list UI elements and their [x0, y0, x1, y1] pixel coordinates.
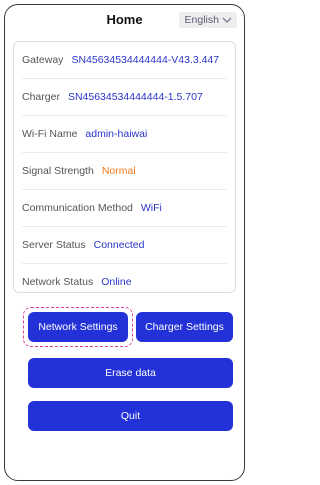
server-value: Connected [93, 239, 145, 251]
wifi-label: Wi-Fi Name [22, 128, 78, 140]
gateway-value: SN45634534444444-V43.3.447 [71, 54, 220, 66]
communication-row: Communication Method WiFi [22, 190, 227, 227]
status-card: Gateway SN45634534444444-V43.3.447 Charg… [13, 41, 236, 293]
charger-row: Charger SN45634534444444-1.5.707 [22, 79, 227, 116]
phone-frame: Home English Gateway SN45634534444444-V4… [4, 4, 245, 481]
wifi-row: Wi-Fi Name admin-haiwai [22, 116, 227, 153]
quit-button[interactable]: Quit [28, 401, 233, 431]
erase-data-button[interactable]: Erase data [28, 358, 233, 388]
network-label: Network Status [22, 276, 94, 288]
gateway-row: Gateway SN45634534444444-V43.3.447 [22, 42, 227, 79]
charger-label: Charger [22, 91, 60, 103]
language-selector[interactable]: English [178, 12, 237, 28]
communication-value: WiFi [140, 202, 162, 214]
server-row: Server Status Connected [22, 227, 227, 264]
charger-value: SN45634534444444-1.5.707 [67, 91, 203, 103]
signal-value: Normal [101, 165, 136, 177]
server-label: Server Status [22, 239, 86, 251]
chevron-down-icon [222, 17, 232, 24]
network-value: Online [101, 276, 132, 288]
wifi-value: admin-haiwai [85, 128, 148, 140]
network-settings-button[interactable]: Network Settings [28, 312, 128, 342]
gateway-label: Gateway [22, 54, 64, 66]
signal-label: Signal Strength [22, 165, 94, 177]
signal-row: Signal Strength Normal [22, 153, 227, 190]
communication-label: Communication Method [22, 202, 133, 214]
network-row: Network Status Online [22, 264, 227, 300]
charger-settings-button[interactable]: Charger Settings [136, 312, 233, 342]
header: Home English [5, 5, 244, 33]
language-label: English [184, 14, 219, 26]
